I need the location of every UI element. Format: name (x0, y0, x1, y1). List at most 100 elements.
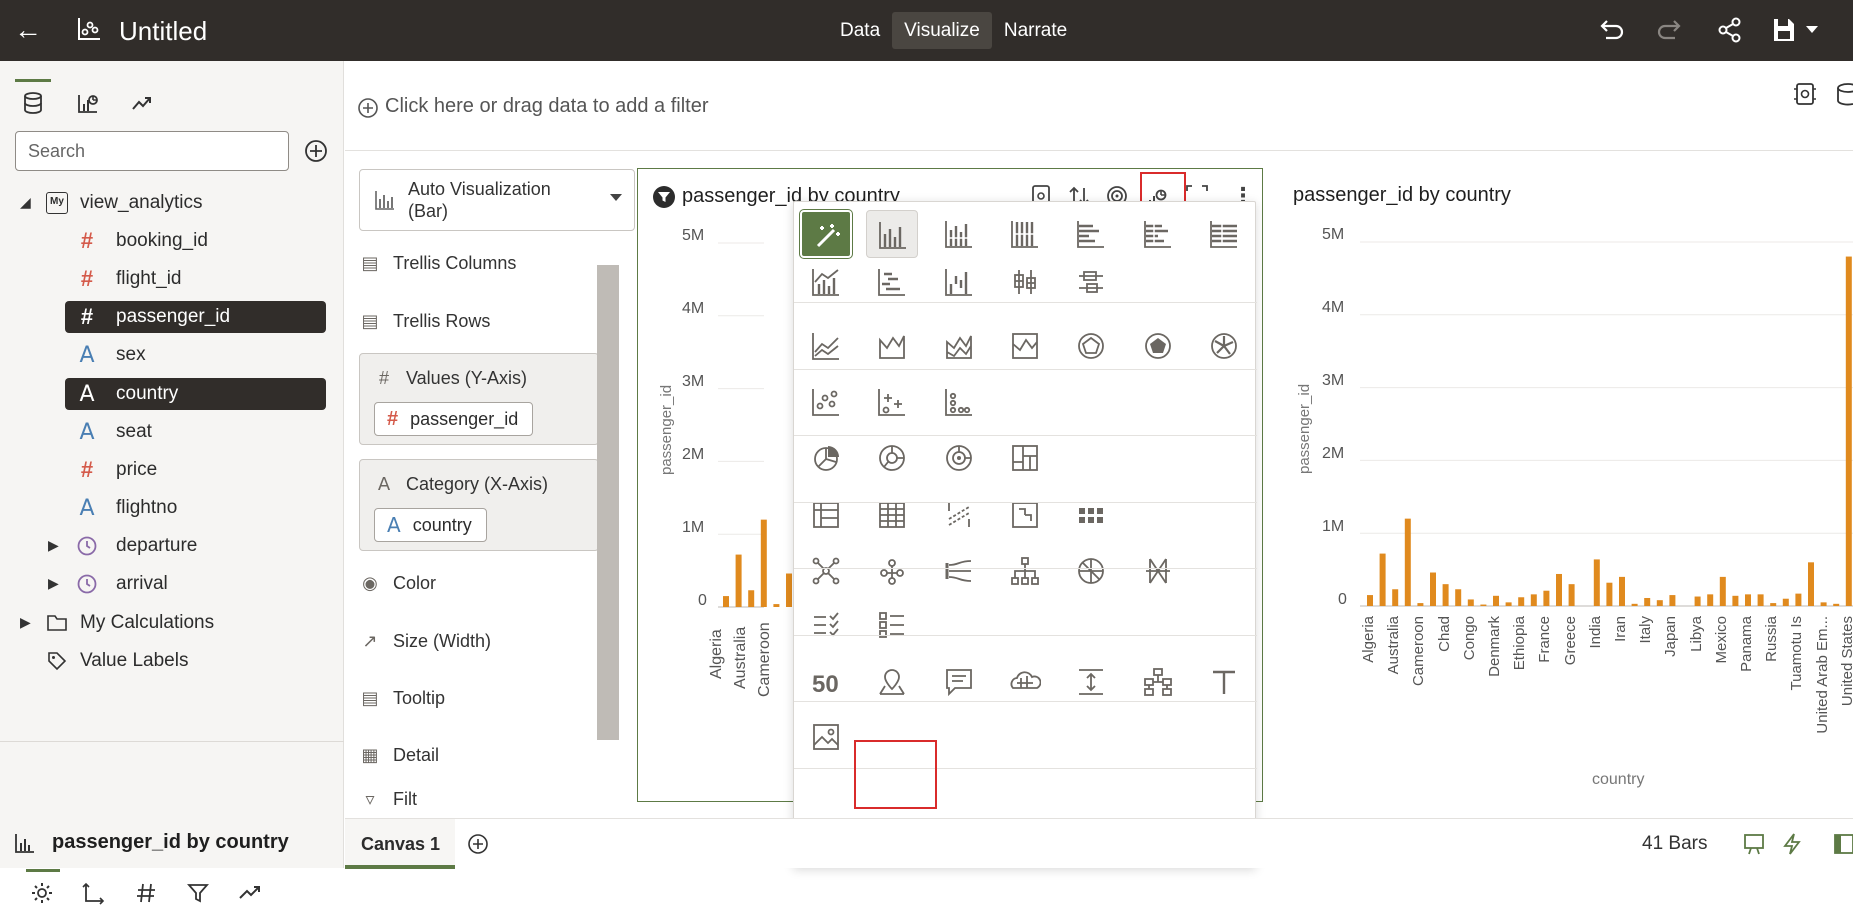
field-country[interactable]: A country (65, 378, 326, 410)
magic-wand-icon[interactable] (799, 209, 853, 259)
field-sex[interactable]: A sex (76, 339, 326, 371)
line-icon[interactable] (800, 322, 852, 370)
bar[interactable] (1719, 576, 1726, 606)
filters-tab[interactable] (186, 881, 212, 907)
tree-diagram-icon[interactable] (999, 547, 1051, 595)
values-y-axis-drop[interactable]: # Values (Y-Axis) # passenger_id (359, 353, 599, 445)
workbook-title[interactable]: Untitled (119, 16, 207, 47)
bar[interactable] (1631, 603, 1638, 606)
bar[interactable] (1442, 584, 1449, 606)
bar[interactable] (1593, 559, 1600, 606)
analytics-tab[interactable] (238, 881, 264, 907)
tab-data-elements[interactable] (15, 79, 51, 121)
expand-triangle-icon[interactable]: ▶ (48, 537, 59, 554)
filter-bar[interactable]: Click here or drag data to add a filter (345, 61, 1853, 151)
field-flightno[interactable]: A flightno (76, 492, 326, 524)
filter-placeholder[interactable]: Click here or drag data to add a filter (385, 95, 709, 118)
100-stacked-bar-icon[interactable] (999, 210, 1051, 258)
circle-pack-icon[interactable] (1065, 547, 1117, 595)
tile-icon[interactable] (1065, 491, 1117, 539)
values-tab[interactable] (134, 881, 160, 907)
bar[interactable] (748, 590, 755, 607)
trellis-columns-drop[interactable]: ▤ Trellis Columns (359, 243, 516, 283)
field-booking-id[interactable]: # booking_id (76, 225, 326, 257)
tooltip-drop[interactable]: ▤ Tooltip (359, 678, 445, 718)
tab-analytics[interactable] (123, 79, 159, 121)
list-icon[interactable] (800, 601, 852, 649)
field-passenger-id[interactable]: # passenger_id (65, 301, 326, 333)
expand-triangle-icon[interactable]: ▶ (20, 614, 31, 631)
bar[interactable] (1833, 603, 1840, 606)
horizontal-100-bar-icon[interactable] (1198, 210, 1250, 258)
tab-narrate[interactable]: Narrate (992, 12, 1079, 49)
text-icon[interactable] (1198, 658, 1250, 706)
my-calculations-folder[interactable]: My Calculations (46, 607, 326, 639)
add-data-icon[interactable] (304, 139, 328, 163)
value-labels[interactable]: Value Labels (46, 645, 326, 677)
canvas-settings-icon[interactable] (1792, 81, 1818, 107)
lightning-icon[interactable] (1781, 832, 1803, 856)
pivot-icon[interactable] (800, 491, 852, 539)
redo-icon[interactable] (1653, 14, 1687, 46)
bar[interactable] (1556, 573, 1562, 606)
scatter-icon[interactable] (800, 378, 852, 426)
expand-triangle-icon[interactable]: ▶ (48, 575, 59, 592)
bar[interactable] (1845, 256, 1852, 606)
tab-visualize[interactable]: Visualize (892, 12, 992, 49)
kpi-icon[interactable] (1065, 658, 1117, 706)
horizontal-stacked-icon[interactable] (866, 258, 918, 306)
add-filter-icon[interactable] (357, 97, 379, 119)
viz-2[interactable]: passenger_id by country passenger_id 5M … (1278, 168, 1853, 802)
horizontal-bar-icon[interactable] (1065, 210, 1117, 258)
donut-icon[interactable] (866, 434, 918, 482)
correlation-matrix-icon[interactable] (999, 491, 1051, 539)
data-source-icon[interactable] (1835, 81, 1853, 107)
canvas-tab-1[interactable]: Canvas 1 (345, 819, 455, 869)
area-icon[interactable] (866, 322, 918, 370)
bar[interactable] (723, 596, 729, 607)
field-price[interactable]: # price (76, 454, 326, 486)
viz-type-dropdown[interactable]: Auto Visualization (Bar) (359, 169, 635, 231)
boxplot-icon[interactable] (999, 258, 1051, 306)
search-input[interactable] (15, 131, 289, 171)
bar[interactable] (760, 519, 767, 607)
bar[interactable] (1430, 572, 1436, 606)
collapse-triangle-icon[interactable]: ◢ (20, 194, 31, 211)
bar-line-icon[interactable] (800, 258, 852, 306)
pie-icon[interactable] (800, 434, 852, 482)
bar[interactable] (1480, 604, 1487, 606)
panel-toggle-icon[interactable] (1833, 832, 1853, 856)
trellis-rows-drop[interactable]: ▤ Trellis Rows (359, 301, 490, 341)
bar[interactable] (1455, 589, 1462, 606)
passenger-id-pill[interactable]: # passenger_id (374, 402, 534, 436)
bubble-icon[interactable] (866, 378, 918, 426)
size-drop[interactable]: ↗ Size (Width) (359, 621, 491, 661)
filters-drop[interactable]: ▿ Filt (359, 789, 417, 807)
sankey-icon[interactable] (933, 547, 985, 595)
undo-icon[interactable] (1594, 14, 1628, 46)
dataset-view-analytics[interactable]: My view_analytics (46, 187, 203, 219)
bar[interactable] (1367, 595, 1373, 606)
tab-data[interactable]: Data (828, 12, 892, 49)
bar[interactable] (1644, 597, 1651, 606)
image-icon[interactable] (800, 713, 852, 761)
bar[interactable] (1757, 594, 1764, 606)
stacked-bar-icon[interactable] (933, 210, 985, 258)
tab-visualizations[interactable] (69, 79, 105, 121)
bar[interactable] (1694, 596, 1701, 606)
radar-area-icon[interactable] (1132, 322, 1184, 370)
bar[interactable] (1568, 584, 1575, 606)
bar[interactable] (1518, 597, 1525, 606)
bar[interactable] (1782, 598, 1789, 606)
stacked-area-icon[interactable] (933, 322, 985, 370)
field-seat[interactable]: A seat (76, 416, 326, 448)
chord-icon[interactable] (866, 547, 918, 595)
bar[interactable] (1732, 595, 1739, 606)
grid-icon[interactable] (1132, 658, 1184, 706)
bar[interactable] (1505, 602, 1512, 606)
bar[interactable] (1606, 582, 1613, 606)
country-pill[interactable]: A country (374, 508, 487, 542)
field-arrival[interactable]: arrival (76, 568, 326, 600)
tag-cloud-icon[interactable] (999, 658, 1051, 706)
radar-bar-icon[interactable] (1198, 322, 1250, 370)
